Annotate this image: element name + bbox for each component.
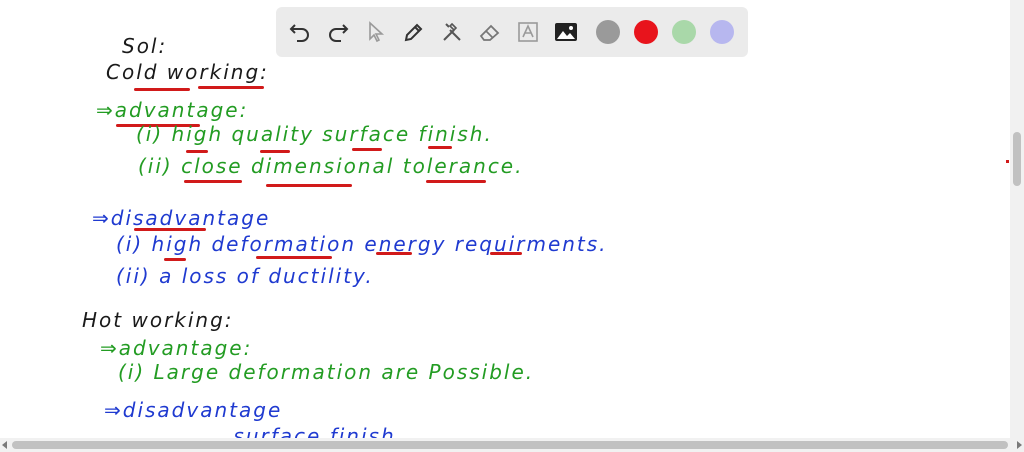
horizontal-scrollbar-thumb[interactable] xyxy=(12,441,1008,449)
sol-label: Sol: xyxy=(122,34,168,58)
vertical-scrollbar[interactable] xyxy=(1010,0,1024,438)
scroll-left-icon[interactable] xyxy=(2,441,7,449)
red-dot-mark xyxy=(1006,160,1009,163)
color-gray-swatch[interactable] xyxy=(596,20,620,44)
image-icon[interactable] xyxy=(552,18,580,46)
cold-disadvantage-2: (ii) a loss of ductility. xyxy=(116,264,374,288)
eraser-icon[interactable] xyxy=(476,18,504,46)
color-green-swatch[interactable] xyxy=(672,20,696,44)
pointer-icon[interactable] xyxy=(362,18,390,46)
tools-icon[interactable] xyxy=(438,18,466,46)
cold-advantage-2: (ii) close dimensional tolerance. xyxy=(138,154,524,178)
drawing-canvas[interactable]: Sol: Cold working: ⇒advantage: (i) high … xyxy=(0,0,1010,448)
color-lavender-swatch[interactable] xyxy=(710,20,734,44)
cold-advantage-heading: ⇒advantage: xyxy=(96,98,249,122)
pen-icon[interactable] xyxy=(400,18,428,46)
drawing-toolbar xyxy=(276,7,748,57)
cold-disadvantage-1: (i) high deformation energy requirments. xyxy=(116,232,608,256)
cold-disadvantage-heading: ⇒disadvantage xyxy=(92,206,271,230)
vertical-scrollbar-thumb[interactable] xyxy=(1013,132,1021,186)
undo-icon[interactable] xyxy=(286,18,314,46)
cold-advantage-1: (i) high quality surface finish. xyxy=(136,122,493,146)
hot-advantage-1: (i) Large deformation are Possible. xyxy=(118,360,535,384)
scroll-right-icon[interactable] xyxy=(1017,441,1022,449)
text-icon[interactable] xyxy=(514,18,542,46)
hot-disadvantage-heading: ⇒disadvantage xyxy=(104,398,283,422)
cold-working-heading: Cold working: xyxy=(106,60,269,84)
color-red-swatch[interactable] xyxy=(634,20,658,44)
hot-advantage-heading: ⇒advantage: xyxy=(100,336,253,360)
redo-icon[interactable] xyxy=(324,18,352,46)
hot-working-heading: Hot working: xyxy=(82,308,234,332)
horizontal-scrollbar[interactable] xyxy=(0,438,1024,452)
